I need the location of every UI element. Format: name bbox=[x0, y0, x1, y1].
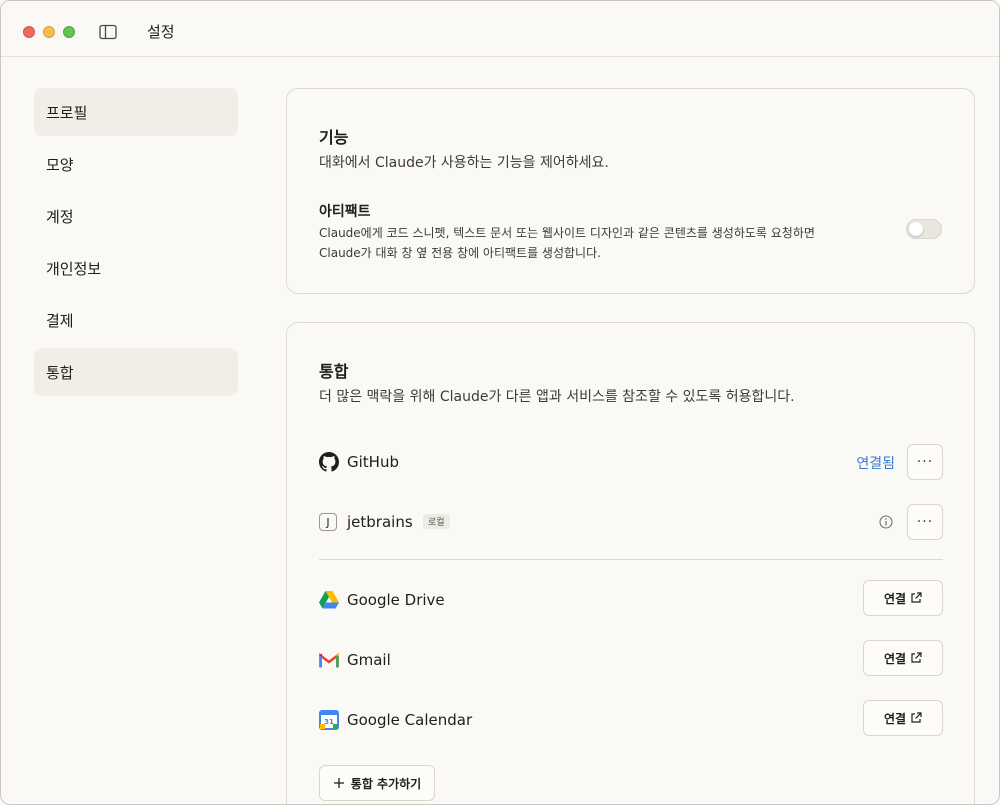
integration-name: Google Drive bbox=[347, 591, 445, 609]
window-title: 설정 bbox=[147, 23, 175, 41]
gmail-connect-button[interactable]: 연결 bbox=[863, 640, 943, 676]
integrations-description: 더 많은 맥락을 위해 Claude가 다른 앱과 서비스를 참조할 수 있도록… bbox=[319, 389, 795, 405]
info-icon[interactable] bbox=[879, 515, 893, 529]
google-calendar-icon: 31 bbox=[319, 710, 339, 730]
close-window-button[interactable] bbox=[23, 26, 35, 38]
sidebar-item-label: 개인정보 bbox=[46, 259, 102, 278]
artifacts-description: Claude에게 코드 스니펫, 텍스트 문서 또는 웹사이트 디자인과 같은 … bbox=[319, 226, 815, 260]
connect-label: 연결 bbox=[883, 711, 907, 726]
integration-row-github: GitHub 연결됨 ··· bbox=[319, 444, 943, 480]
google-drive-connect-button[interactable]: 연결 bbox=[863, 580, 943, 616]
settings-sidebar: 프로필 모양 계정 개인정보 결제 통합 bbox=[34, 88, 238, 400]
add-integration-label: 통합 추가하기 bbox=[350, 776, 422, 791]
sidebar-item-account[interactable]: 계정 bbox=[34, 192, 238, 240]
local-badge: 로컬 bbox=[423, 514, 450, 529]
connect-label: 연결 bbox=[883, 651, 907, 666]
sidebar-item-label: 프로필 bbox=[46, 103, 88, 122]
add-integration-button[interactable]: 통합 추가하기 bbox=[319, 765, 435, 801]
google-drive-icon bbox=[319, 591, 339, 609]
external-link-icon bbox=[911, 712, 922, 723]
integration-row-google-drive: Google Drive 연결 bbox=[319, 580, 943, 618]
integrations-title: 통합 bbox=[319, 362, 349, 381]
svg-text:31: 31 bbox=[324, 718, 334, 726]
features-title: 기능 bbox=[319, 128, 349, 147]
github-icon bbox=[319, 452, 339, 472]
divider bbox=[319, 559, 943, 560]
sidebar-item-appearance[interactable]: 모양 bbox=[34, 140, 238, 188]
title-bar: 설정 bbox=[1, 1, 999, 57]
integrations-card: 통합 더 많은 맥락을 위해 Claude가 다른 앱과 서비스를 참조할 수 … bbox=[286, 322, 975, 804]
zoom-window-button[interactable] bbox=[63, 26, 75, 38]
connect-label: 연결 bbox=[883, 591, 907, 606]
sidebar-item-label: 모양 bbox=[46, 155, 74, 174]
integration-name: GitHub bbox=[347, 453, 399, 471]
jetbrains-icon: J bbox=[319, 512, 339, 532]
sidebar-toggle-icon[interactable] bbox=[99, 24, 117, 40]
integration-row-jetbrains: J jetbrains 로컬 ··· bbox=[319, 504, 943, 540]
plus-icon bbox=[333, 778, 344, 788]
sidebar-item-profile[interactable]: 프로필 bbox=[34, 88, 238, 136]
features-card: 기능 대화에서 Claude가 사용하는 기능을 제어하세요. 아티팩트 Cla… bbox=[286, 88, 975, 294]
sidebar-item-label: 통합 bbox=[46, 363, 74, 382]
integration-row-gmail: Gmail 연결 bbox=[319, 640, 943, 678]
integration-name: Google Calendar bbox=[347, 711, 473, 729]
sidebar-item-label: 결제 bbox=[46, 311, 74, 330]
artifacts-title: 아티팩트 bbox=[319, 204, 371, 220]
toggle-knob bbox=[909, 222, 923, 236]
artifacts-toggle[interactable] bbox=[906, 219, 942, 239]
external-link-icon bbox=[911, 652, 922, 663]
external-link-icon bbox=[911, 592, 922, 603]
sidebar-item-privacy[interactable]: 개인정보 bbox=[34, 244, 238, 292]
google-calendar-connect-button[interactable]: 연결 bbox=[863, 700, 943, 736]
integration-name: jetbrains bbox=[347, 513, 413, 531]
minimize-window-button[interactable] bbox=[43, 26, 55, 38]
connected-status-link[interactable]: 연결됨 bbox=[856, 453, 895, 473]
sidebar-item-label: 계정 bbox=[46, 207, 74, 226]
jetbrains-more-button[interactable]: ··· bbox=[907, 504, 943, 540]
sidebar-item-integrations[interactable]: 통합 bbox=[34, 348, 238, 396]
features-description: 대화에서 Claude가 사용하는 기능을 제어하세요. bbox=[319, 155, 609, 171]
integration-row-google-calendar: 31 Google Calendar 연결 bbox=[319, 700, 943, 738]
integration-name: Gmail bbox=[347, 651, 391, 669]
gmail-icon bbox=[319, 652, 339, 668]
github-more-button[interactable]: ··· bbox=[907, 444, 943, 480]
sidebar-item-billing[interactable]: 결제 bbox=[34, 296, 238, 344]
settings-window: 설정 프로필 모양 계정 개인정보 결제 통합 기능 대화에서 Claude가 … bbox=[0, 0, 1000, 805]
